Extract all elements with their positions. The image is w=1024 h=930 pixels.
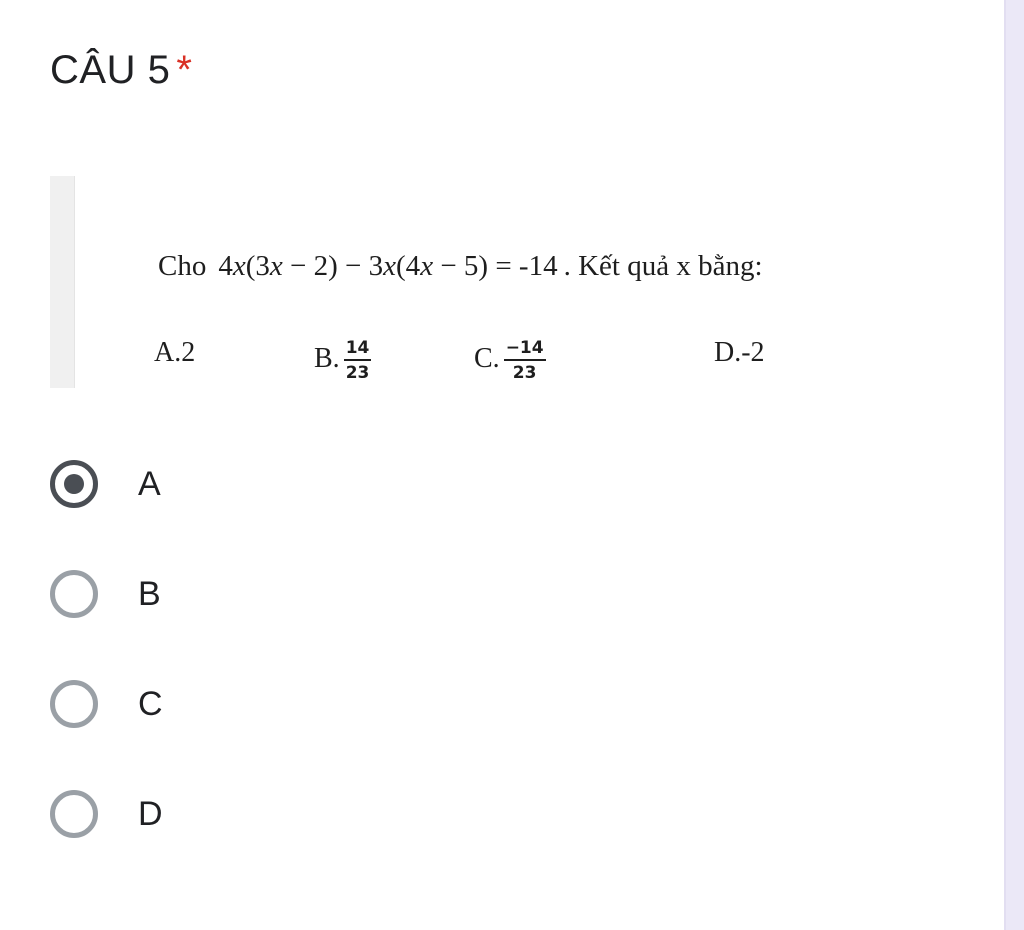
fraction-denominator: 23 <box>512 363 537 383</box>
image-left-band <box>50 176 75 388</box>
eq-part: (3 <box>245 250 270 282</box>
required-asterisk: * <box>176 48 193 92</box>
image-answer-c-fraction: −14 23 <box>503 338 546 383</box>
image-answer-c-label: C. <box>474 342 500 374</box>
eq-var: x <box>383 250 397 282</box>
radio-option-a[interactable]: A <box>48 458 548 518</box>
fraction-numerator: 14 <box>343 338 372 361</box>
radio-option-label[interactable]: A <box>138 462 161 506</box>
side-rail <box>1004 0 1024 930</box>
problem-prefix: Cho <box>158 250 207 282</box>
radio-button-icon[interactable] <box>50 790 98 838</box>
problem-equation: 4x(3x − 2) − 3x(4x − 5) = -14 <box>218 250 557 282</box>
radio-option-d[interactable]: D <box>48 788 548 848</box>
question-image: Cho 4x(3x − 2) − 3x(4x − 5) = -14. Kết qu… <box>50 176 890 388</box>
question-title: CÂU 5 * <box>50 44 192 96</box>
problem-statement: Cho 4x(3x − 2) − 3x(4x − 5) = -14. Kết qu… <box>158 250 763 283</box>
fraction-denominator: 23 <box>345 363 370 383</box>
radio-button-icon[interactable] <box>50 570 98 618</box>
image-answer-c: C. −14 23 <box>474 338 546 383</box>
eq-coef-a: 4 <box>218 250 233 282</box>
radio-button-icon[interactable] <box>50 460 98 508</box>
radio-button-icon[interactable] <box>50 680 98 728</box>
eq-var: x <box>269 250 283 282</box>
image-answer-d-text: D.-2 <box>714 337 765 368</box>
eq-part: − 2) − 3 <box>282 250 384 282</box>
image-answer-a-text: A.2 <box>154 337 196 368</box>
radio-option-label[interactable]: D <box>138 792 163 836</box>
image-answer-a: A.2 <box>154 338 195 368</box>
radio-option-label[interactable]: C <box>138 682 163 726</box>
image-answer-b-label: B. <box>314 342 340 374</box>
radio-option-c[interactable]: C <box>48 678 548 738</box>
problem-suffix: . Kết quả x bằng: <box>563 250 763 282</box>
eq-part: − 5) = -14 <box>433 250 558 282</box>
radio-selected-dot <box>64 474 84 494</box>
image-answer-d: D.-2 <box>714 338 765 368</box>
fraction-numerator: −14 <box>503 338 546 361</box>
radio-option-b[interactable]: B <box>48 568 548 628</box>
image-answer-b: B. 14 23 <box>314 338 372 383</box>
image-answer-b-fraction: 14 23 <box>343 338 372 383</box>
radio-option-label[interactable]: B <box>138 572 161 616</box>
question-title-text: CÂU 5 <box>50 48 171 92</box>
eq-part: (4 <box>396 250 421 282</box>
eq-var: x <box>420 250 434 282</box>
eq-var: x <box>232 250 246 282</box>
